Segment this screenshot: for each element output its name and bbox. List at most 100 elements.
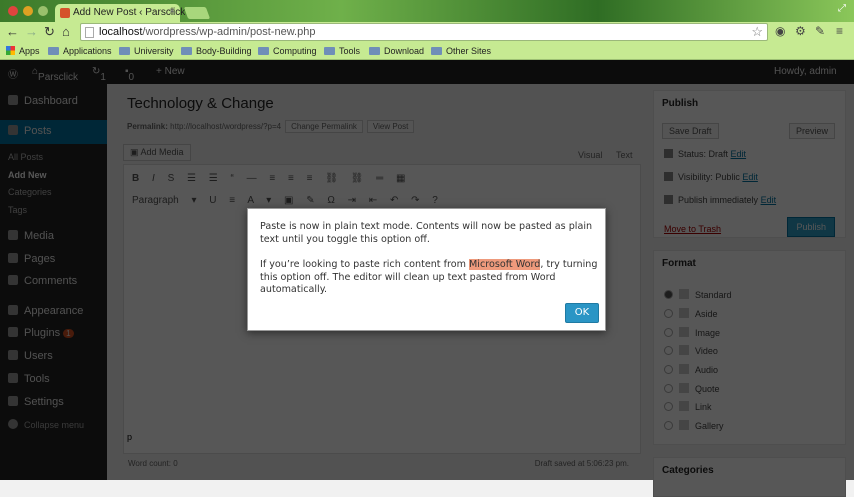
extension-icon[interactable]: ◉ xyxy=(775,24,785,38)
format-option-audio[interactable]: Audio xyxy=(664,364,718,375)
comments-link[interactable]: ▪ 0 xyxy=(125,66,134,83)
bookmark-download[interactable]: Download xyxy=(369,46,424,56)
sidebar-item-media[interactable]: Media xyxy=(8,230,54,242)
gallery-icon xyxy=(679,420,689,430)
format-option-aside[interactable]: Aside xyxy=(664,308,718,319)
sidebar-item-pages[interactable]: Pages xyxy=(8,253,55,265)
radio[interactable] xyxy=(664,328,673,337)
format-select[interactable]: Paragraph xyxy=(132,195,179,206)
forward-icon[interactable]: → xyxy=(25,24,38,39)
folder-icon xyxy=(119,47,130,55)
post-title-input[interactable]: Technology & Change xyxy=(127,95,274,112)
bookmark-tools[interactable]: Tools xyxy=(324,46,360,56)
close-tab-icon[interactable]: × xyxy=(169,6,175,17)
address-bar[interactable]: localhost/wordpress/wp-admin/post-new.ph… xyxy=(80,23,768,41)
sidebar-sub-categories[interactable]: Categories xyxy=(8,187,52,197)
edit-status-link[interactable]: Edit xyxy=(731,149,747,159)
sidebar-item-tools[interactable]: Tools xyxy=(8,373,50,385)
bookmark-applications[interactable]: Applications xyxy=(48,46,112,56)
radio[interactable] xyxy=(664,309,673,318)
format-label: Audio xyxy=(695,365,719,375)
tab-text[interactable]: Text xyxy=(616,150,633,160)
format-option-standard[interactable]: Standard xyxy=(664,289,732,300)
format-label: Aside xyxy=(695,309,718,319)
menu-icon[interactable]: ≡ xyxy=(836,24,843,38)
account-menu[interactable]: Howdy, admin xyxy=(774,66,837,77)
sidebar-item-posts[interactable]: Posts xyxy=(8,125,52,137)
folder-icon xyxy=(369,47,380,55)
format-heading: Format xyxy=(662,258,696,269)
bookmark-label: Applications xyxy=(63,46,112,56)
home-icon[interactable]: ⌂ xyxy=(62,24,70,39)
bookmarks-bar: Apps Applications University Body-Buildi… xyxy=(0,42,854,60)
settings-icon[interactable]: ⚙ xyxy=(795,24,806,38)
url-path: /wordpress/wp-admin/post-new.php xyxy=(142,26,316,38)
sidebar-label: Media xyxy=(24,230,54,242)
edit-visibility-link[interactable]: Edit xyxy=(742,172,758,182)
bookmark-computing[interactable]: Computing xyxy=(258,46,317,56)
fullscreen-icon[interactable]: ⤢ xyxy=(838,3,846,14)
radio[interactable] xyxy=(664,384,673,393)
permalink-url[interactable]: http://localhost/wordpress/?p=4 xyxy=(170,122,281,131)
sidebar-item-settings[interactable]: Settings xyxy=(8,396,64,408)
move-to-trash-link[interactable]: Move to Trash xyxy=(664,224,721,234)
bookmark-label: Apps xyxy=(19,46,40,56)
save-draft-button[interactable]: Save Draft xyxy=(662,123,719,139)
format-label: Image xyxy=(695,328,721,338)
bookmark-other-sites[interactable]: Other Sites xyxy=(431,46,491,56)
browser-tab-bar: Add New Post ‹ Parsclick × ⤢ xyxy=(0,0,854,22)
pages-icon xyxy=(8,253,18,263)
radio[interactable] xyxy=(664,365,673,374)
collapse-menu-button[interactable]: Collapse menu xyxy=(8,419,84,430)
bookmark-label: Tools xyxy=(339,46,361,56)
site-name-link[interactable]: ⌂ Parsclick xyxy=(32,66,78,83)
add-media-button[interactable]: ▣ Add Media xyxy=(123,144,191,161)
format-option-gallery[interactable]: Gallery xyxy=(664,420,724,431)
sidebar-label: Users xyxy=(24,350,53,362)
publish-button[interactable]: Publish xyxy=(787,217,835,237)
bookmark-apps[interactable]: Apps xyxy=(6,46,40,56)
sidebar-sub-tags[interactable]: Tags xyxy=(8,205,27,215)
plugin-icon xyxy=(8,327,18,337)
sidebar-sub-all-posts[interactable]: All Posts xyxy=(8,152,43,162)
format-option-link[interactable]: Link xyxy=(664,401,712,412)
extension-icon[interactable]: ✎ xyxy=(815,24,825,38)
format-option-video[interactable]: Video xyxy=(664,345,718,356)
sidebar-item-users[interactable]: Users xyxy=(8,350,53,362)
sidebar-label: Dashboard xyxy=(24,95,78,107)
wordpress-logo-icon[interactable]: Ⓦ xyxy=(8,66,18,81)
radio[interactable] xyxy=(664,346,673,355)
preview-button[interactable]: Preview xyxy=(788,123,835,139)
bookmark-university[interactable]: University xyxy=(119,46,174,56)
radio[interactable] xyxy=(664,402,673,411)
tab-visual[interactable]: Visual xyxy=(578,150,602,160)
reload-icon[interactable]: ↻ xyxy=(44,24,55,40)
radio-checked[interactable] xyxy=(664,290,673,299)
back-icon[interactable]: ← xyxy=(6,24,19,39)
close-window-icon[interactable] xyxy=(8,6,18,16)
browser-tab[interactable]: Add New Post ‹ Parsclick × xyxy=(55,4,185,22)
sidebar-item-plugins[interactable]: Plugins 1 xyxy=(8,327,74,339)
schedule-text: Publish immediately xyxy=(678,195,759,205)
bookmark-body-building[interactable]: Body-Building xyxy=(181,46,252,56)
view-post-button[interactable]: View Post xyxy=(366,120,415,133)
change-permalink-button[interactable]: Change Permalink xyxy=(285,120,363,133)
ok-button[interactable]: OK xyxy=(565,303,599,323)
highlighted-text: Microsoft Word xyxy=(469,259,541,270)
zoom-window-icon[interactable] xyxy=(38,6,48,16)
edit-schedule-link[interactable]: Edit xyxy=(761,195,777,205)
sidebar-sub-add-new[interactable]: Add New xyxy=(8,170,47,180)
format-option-image[interactable]: Image xyxy=(664,327,720,338)
format-label: Quote xyxy=(695,384,720,394)
new-tab-button[interactable] xyxy=(183,7,211,19)
sidebar-item-dashboard[interactable]: Dashboard xyxy=(8,95,78,107)
sidebar-item-comments[interactable]: Comments xyxy=(8,275,77,287)
new-content-link[interactable]: + New xyxy=(156,66,185,77)
sidebar-item-appearance[interactable]: Appearance xyxy=(8,305,83,317)
browser-toolbar: ← → ↻ ⌂ localhost/wordpress/wp-admin/pos… xyxy=(0,22,854,42)
minimize-window-icon[interactable] xyxy=(23,6,33,16)
bookmark-star-icon[interactable]: ☆ xyxy=(751,24,763,40)
updates-link[interactable]: ↻ 1 xyxy=(92,66,106,83)
radio[interactable] xyxy=(664,421,673,430)
format-option-quote[interactable]: Quote xyxy=(664,383,720,394)
